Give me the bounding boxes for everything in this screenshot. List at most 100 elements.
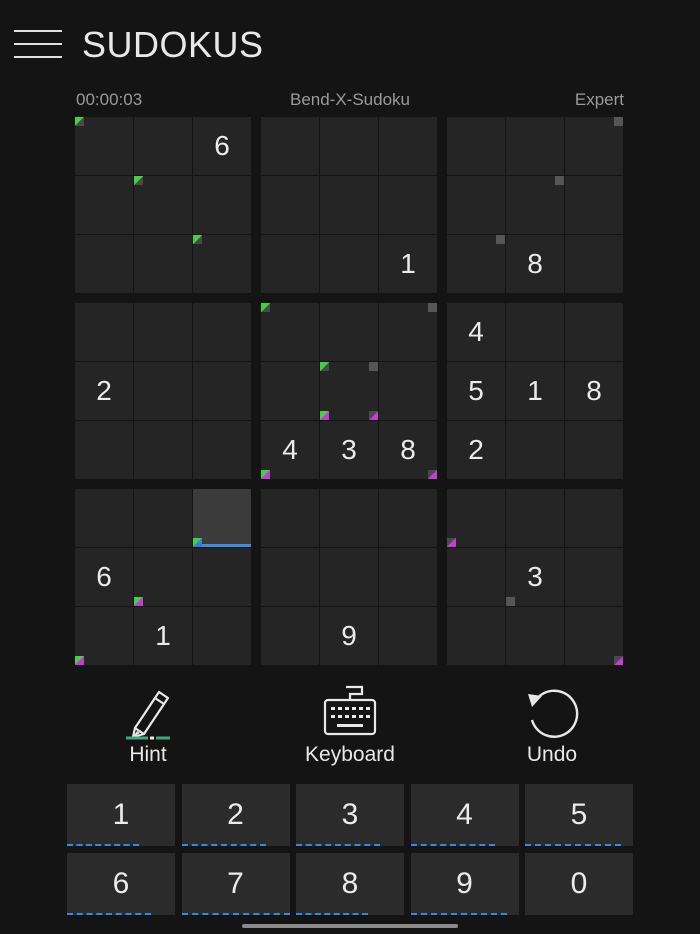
- sudoku-cell[interactable]: [75, 421, 133, 479]
- sudoku-cell[interactable]: [565, 303, 623, 361]
- number-key-1[interactable]: 1: [67, 784, 175, 846]
- sudoku-cell[interactable]: 6: [75, 548, 133, 606]
- sudoku-cell[interactable]: [193, 303, 251, 361]
- number-key-9[interactable]: 9: [410, 853, 519, 915]
- sudoku-cell[interactable]: [261, 117, 319, 175]
- sudoku-cell[interactable]: [134, 362, 192, 420]
- sudoku-cell[interactable]: [379, 548, 437, 606]
- sudoku-cell[interactable]: [193, 548, 251, 606]
- sudoku-cell[interactable]: [565, 117, 623, 175]
- sudoku-cell[interactable]: 8: [506, 235, 564, 293]
- sudoku-cell[interactable]: 3: [506, 548, 564, 606]
- sudoku-cell[interactable]: [565, 607, 623, 665]
- number-key-4[interactable]: 4: [410, 784, 519, 846]
- diagonal-marker: [428, 470, 437, 479]
- sudoku-cell[interactable]: 9: [320, 607, 378, 665]
- sudoku-cell[interactable]: [134, 303, 192, 361]
- sudoku-cell[interactable]: [75, 235, 133, 293]
- sudoku-cell[interactable]: 5: [447, 362, 505, 420]
- sudoku-cell[interactable]: 2: [75, 362, 133, 420]
- sudoku-cell[interactable]: [447, 489, 505, 547]
- sudoku-cell[interactable]: [134, 176, 192, 234]
- diagonal-marker: [75, 656, 84, 665]
- sudoku-cell[interactable]: [193, 235, 251, 293]
- sudoku-cell[interactable]: [379, 489, 437, 547]
- sudoku-cell[interactable]: 1: [379, 235, 437, 293]
- number-key-0[interactable]: 0: [525, 853, 633, 915]
- keyboard-button[interactable]: Keyboard: [280, 684, 420, 774]
- sudoku-cell[interactable]: [261, 176, 319, 234]
- sudoku-cell[interactable]: [193, 176, 251, 234]
- sudoku-cell[interactable]: [565, 421, 623, 479]
- number-key-5[interactable]: 5: [525, 784, 633, 846]
- sudoku-cell[interactable]: [320, 362, 378, 420]
- sudoku-cell[interactable]: [261, 235, 319, 293]
- sudoku-cell[interactable]: [379, 362, 437, 420]
- sudoku-cell[interactable]: [134, 548, 192, 606]
- sudoku-cell[interactable]: 4: [261, 421, 319, 479]
- number-key-8[interactable]: 8: [296, 853, 404, 915]
- sudoku-cell[interactable]: [447, 235, 505, 293]
- number-key-3[interactable]: 3: [296, 784, 404, 846]
- sudoku-cell[interactable]: [447, 548, 505, 606]
- sudoku-cell[interactable]: 8: [565, 362, 623, 420]
- sudoku-cell[interactable]: [379, 176, 437, 234]
- sudoku-cell[interactable]: [320, 489, 378, 547]
- sudoku-cell[interactable]: [506, 607, 564, 665]
- sudoku-cell[interactable]: [565, 489, 623, 547]
- number-key-7[interactable]: 7: [181, 853, 290, 915]
- sudoku-cell[interactable]: [447, 117, 505, 175]
- sudoku-cell[interactable]: [506, 117, 564, 175]
- sudoku-cell[interactable]: [134, 235, 192, 293]
- sudoku-cell[interactable]: [75, 607, 133, 665]
- sudoku-cell[interactable]: [75, 489, 133, 547]
- sudoku-cell[interactable]: [447, 607, 505, 665]
- sudoku-cell[interactable]: [261, 362, 319, 420]
- sudoku-cell[interactable]: [75, 176, 133, 234]
- sudoku-cell[interactable]: [134, 421, 192, 479]
- sudoku-cell[interactable]: [320, 176, 378, 234]
- sudoku-cell[interactable]: [447, 176, 505, 234]
- sudoku-cell[interactable]: [134, 489, 192, 547]
- sudoku-cell[interactable]: 1: [506, 362, 564, 420]
- diagonal-marker: [134, 597, 143, 606]
- number-key-2[interactable]: 2: [181, 784, 290, 846]
- number-key-6[interactable]: 6: [67, 853, 175, 915]
- undo-button[interactable]: Undo: [482, 684, 622, 774]
- sudoku-cell[interactable]: [193, 362, 251, 420]
- cell-value: [447, 117, 505, 175]
- sudoku-cell[interactable]: [379, 303, 437, 361]
- sudoku-cell[interactable]: [261, 303, 319, 361]
- sudoku-cell[interactable]: [506, 303, 564, 361]
- sudoku-cell[interactable]: [193, 421, 251, 479]
- sudoku-cell[interactable]: 4: [447, 303, 505, 361]
- sudoku-cell[interactable]: [75, 303, 133, 361]
- sudoku-cell[interactable]: [320, 235, 378, 293]
- sudoku-cell[interactable]: 3: [320, 421, 378, 479]
- hint-button[interactable]: Hint: [78, 684, 218, 774]
- sudoku-cell[interactable]: [506, 176, 564, 234]
- sudoku-cell[interactable]: [565, 176, 623, 234]
- sudoku-cell[interactable]: [261, 548, 319, 606]
- sudoku-cell[interactable]: [320, 548, 378, 606]
- sudoku-cell[interactable]: 6: [193, 117, 251, 175]
- sudoku-cell[interactable]: [506, 489, 564, 547]
- sudoku-cell[interactable]: [134, 117, 192, 175]
- sudoku-cell[interactable]: 8: [379, 421, 437, 479]
- sudoku-cell[interactable]: [193, 489, 251, 547]
- sudoku-cell[interactable]: [75, 117, 133, 175]
- sudoku-cell[interactable]: [320, 303, 378, 361]
- sudoku-cell[interactable]: [565, 548, 623, 606]
- sudoku-cell[interactable]: 2: [447, 421, 505, 479]
- hamburger-menu-icon[interactable]: [14, 28, 62, 60]
- sudoku-cell[interactable]: 1: [134, 607, 192, 665]
- sudoku-cell[interactable]: [379, 607, 437, 665]
- sudoku-cell[interactable]: [506, 421, 564, 479]
- sudoku-cell[interactable]: [193, 607, 251, 665]
- number-progress-bar: [410, 844, 495, 846]
- sudoku-cell[interactable]: [379, 117, 437, 175]
- sudoku-cell[interactable]: [261, 607, 319, 665]
- sudoku-cell[interactable]: [261, 489, 319, 547]
- sudoku-cell[interactable]: [320, 117, 378, 175]
- sudoku-cell[interactable]: [565, 235, 623, 293]
